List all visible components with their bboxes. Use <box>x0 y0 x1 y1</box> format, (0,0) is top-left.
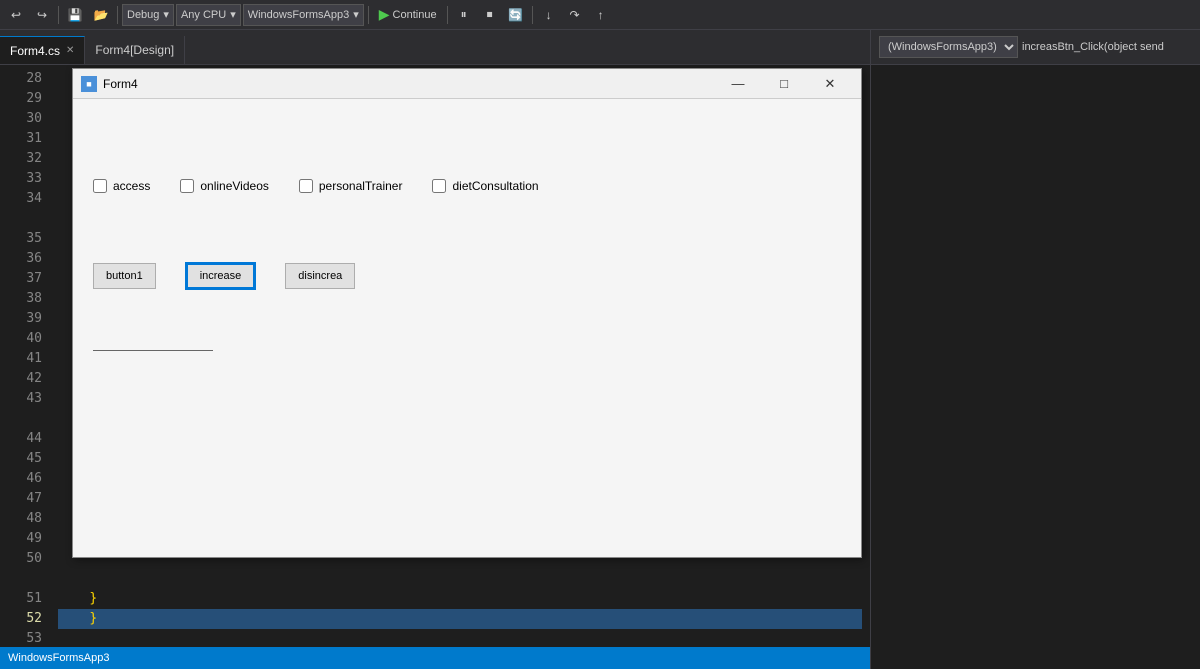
project-label: WindowsFormsApp3 <box>248 9 349 21</box>
textbox-row <box>93 329 841 351</box>
checkbox-dietconsultation-input[interactable] <box>432 179 446 193</box>
sep1 <box>58 6 59 24</box>
open-icon[interactable]: 📂 <box>89 3 113 27</box>
continue-button[interactable]: ▶ Continue <box>373 4 443 25</box>
checkbox-onlinevideos-input[interactable] <box>180 179 194 193</box>
button-row: button1 increase disincrea <box>93 263 841 289</box>
project-chevron: ▾ <box>353 8 359 21</box>
form-app-icon: ■ <box>81 76 97 92</box>
sep3 <box>368 6 369 24</box>
cpu-chevron: ▾ <box>230 8 236 21</box>
form-titlebar: ■ Form4 — □ ✕ <box>73 69 861 99</box>
tab-form4cs[interactable]: Form4.cs ✕ <box>0 36 85 64</box>
minimize-button[interactable]: — <box>715 69 761 99</box>
debug-dropdown[interactable]: Debug ▾ <box>122 4 174 26</box>
checkbox-row: access onlineVideos personalTrainer diet… <box>93 179 841 193</box>
debug-label: Debug <box>127 9 159 21</box>
status-bar: WindowsFormsApp3 <box>0 647 870 669</box>
right-panel: (WindowsFormsApp3) increasBtn_Click(obje… <box>870 30 1200 669</box>
checkbox-access-label: access <box>113 179 150 193</box>
button1[interactable]: button1 <box>93 263 156 289</box>
maximize-button[interactable]: □ <box>761 69 807 99</box>
textbox-input[interactable] <box>93 329 213 351</box>
code-line-blank3 <box>58 569 862 589</box>
play-icon: ▶ <box>379 6 390 23</box>
step-over-icon[interactable]: ↷ <box>563 3 587 27</box>
disincrea-button[interactable]: disincrea <box>285 263 355 289</box>
class-dropdown[interactable]: (WindowsFormsApp3) <box>879 36 1018 58</box>
stop-icon[interactable]: ⏹ <box>478 3 502 27</box>
checkbox-dietconsultation: dietConsultation <box>432 179 538 193</box>
tab-form4cs-label: Form4.cs <box>10 44 60 58</box>
tab-form4cs-close[interactable]: ✕ <box>66 45 74 56</box>
checkbox-onlinevideos-label: onlineVideos <box>200 179 269 193</box>
redo-icon[interactable]: ↪ <box>30 3 54 27</box>
main-area: Form4.cs ✕ Form4[Design] 28 29 30 31 32 … <box>0 30 1200 669</box>
main-toolbar: ↩ ↪ 💾 📂 Debug ▾ Any CPU ▾ WindowsFormsAp… <box>0 0 1200 30</box>
form-window-controls: — □ ✕ <box>715 69 853 99</box>
form-title: Form4 <box>103 77 709 91</box>
code-line-53 <box>58 629 862 644</box>
tab-bar: Form4.cs ✕ Form4[Design] <box>0 30 870 65</box>
pause-icon[interactable]: ⏸ <box>452 3 476 27</box>
checkbox-access-input[interactable] <box>93 179 107 193</box>
sep5 <box>532 6 533 24</box>
sep2 <box>117 6 118 24</box>
checkbox-access: access <box>93 179 150 193</box>
tab-form4design-label: Form4[Design] <box>95 43 174 57</box>
right-panel-header: (WindowsFormsApp3) increasBtn_Click(obje… <box>871 30 1200 65</box>
method-label: increasBtn_Click(object send <box>1022 41 1192 53</box>
restart-icon[interactable]: 🔄 <box>504 3 528 27</box>
form-body: access onlineVideos personalTrainer diet… <box>73 99 861 557</box>
right-panel-body <box>871 65 1200 669</box>
step-out-icon[interactable]: ↑ <box>589 3 613 27</box>
debug-chevron: ▾ <box>163 8 169 21</box>
status-text: WindowsFormsApp3 <box>8 652 109 664</box>
continue-label: Continue <box>393 9 437 21</box>
code-line-51: } <box>58 589 862 609</box>
checkbox-personaltrainer-label: personalTrainer <box>319 179 403 193</box>
undo-icon[interactable]: ↩ <box>4 3 28 27</box>
line-numbers: 28 29 30 31 32 33 34 35 36 37 38 39 40 4… <box>0 65 50 644</box>
code-editor: Form4.cs ✕ Form4[Design] 28 29 30 31 32 … <box>0 30 870 669</box>
sep4 <box>447 6 448 24</box>
form-window: ■ Form4 — □ ✕ access <box>72 68 862 558</box>
save-icon[interactable]: 💾 <box>63 3 87 27</box>
checkbox-dietconsultation-label: dietConsultation <box>452 179 538 193</box>
increase-button[interactable]: increase <box>186 263 256 289</box>
checkbox-personaltrainer: personalTrainer <box>299 179 403 193</box>
tab-form4design[interactable]: Form4[Design] <box>85 36 185 64</box>
close-button[interactable]: ✕ <box>807 69 853 99</box>
step-into-icon[interactable]: ↓ <box>537 3 561 27</box>
cpu-label: Any CPU <box>181 9 226 21</box>
checkbox-personaltrainer-input[interactable] <box>299 179 313 193</box>
code-line-52: } <box>58 609 862 629</box>
checkbox-onlinevideos: onlineVideos <box>180 179 269 193</box>
project-dropdown[interactable]: WindowsFormsApp3 ▾ <box>243 4 364 26</box>
cpu-dropdown[interactable]: Any CPU ▾ <box>176 4 241 26</box>
